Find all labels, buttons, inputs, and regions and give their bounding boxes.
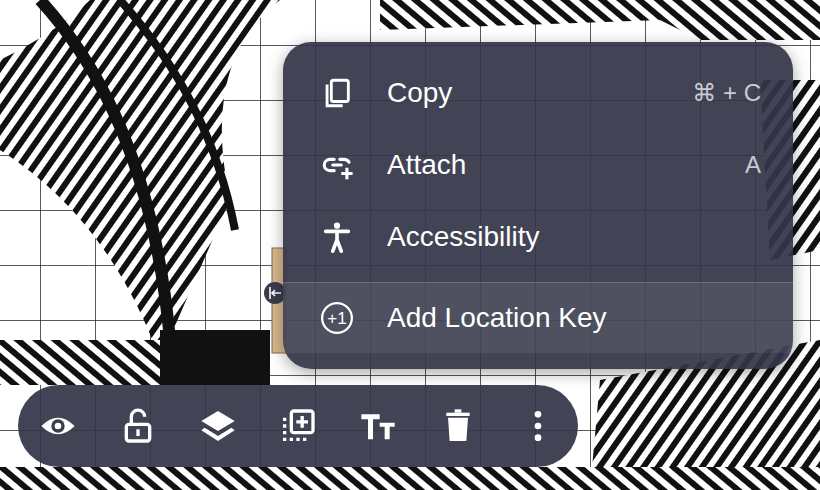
badge-text: +1 <box>327 309 346 328</box>
accessibility-icon <box>320 220 354 254</box>
menu-item[interactable]: Accessibility <box>283 201 793 273</box>
menu-item-label: Accessibility <box>387 221 761 253</box>
trash-button[interactable] <box>418 385 498 467</box>
more-icon <box>518 406 558 446</box>
menu-item[interactable]: Copy ⌘ + C <box>283 57 793 129</box>
menu-item-label: Copy <box>387 77 660 109</box>
lock-button[interactable] <box>98 385 178 467</box>
duplicate-button[interactable] <box>258 385 338 467</box>
visibility-eye-icon <box>38 406 78 446</box>
trash-icon <box>438 406 478 446</box>
menu-item-icon <box>319 75 355 111</box>
menu-item-icon <box>319 219 355 255</box>
text-size-button[interactable] <box>338 385 418 467</box>
more-button[interactable] <box>498 385 578 467</box>
menu-item[interactable]: +1 Add Location Key <box>283 283 793 353</box>
context-menu: Copy ⌘ + C Attach A Accessibility +1 Add Locat… <box>283 42 793 369</box>
menu-item-label: Add Location Key <box>387 302 761 334</box>
menu-item-icon <box>319 147 355 183</box>
visibility-eye-button[interactable] <box>18 385 98 467</box>
attach-icon <box>320 148 354 182</box>
add-location-key-icon: +1 <box>320 301 354 335</box>
menu-item-icon: +1 <box>319 300 355 336</box>
text-size-icon <box>358 406 398 446</box>
menu-item[interactable]: Attach A <box>283 129 793 201</box>
layers-icon <box>198 406 238 446</box>
object-toolbar <box>18 385 578 467</box>
shortcut-label: ⌘ + C <box>692 79 761 107</box>
copy-icon <box>320 76 354 110</box>
lock-icon <box>118 406 158 446</box>
menu-item-label: Attach <box>387 149 713 181</box>
duplicate-icon <box>278 406 318 446</box>
layers-button[interactable] <box>178 385 258 467</box>
shortcut-label: A <box>745 151 761 179</box>
